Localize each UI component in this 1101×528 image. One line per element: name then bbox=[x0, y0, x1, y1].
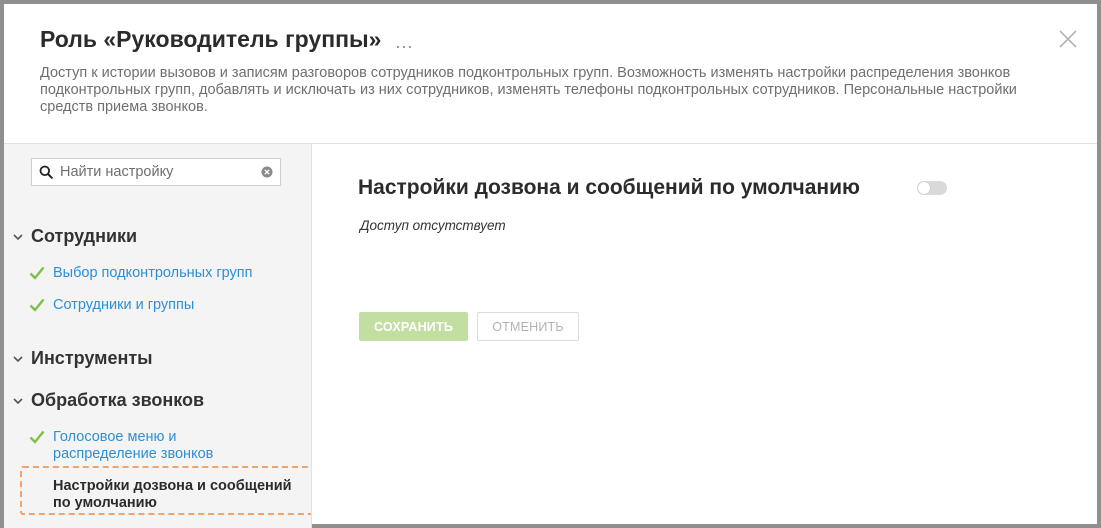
group-title: Инструменты bbox=[31, 348, 153, 368]
section-title: Настройки дозвона и сообщений по умолчан… bbox=[358, 176, 860, 199]
chevron-down-icon bbox=[13, 397, 23, 404]
dialog-header: Роль «Руководитель группы» ... Доступ к … bbox=[4, 4, 1097, 144]
toggle-knob bbox=[918, 182, 930, 194]
nav-item-label: Настройки дозвона и сообщений по умолчан… bbox=[53, 478, 292, 511]
check-icon bbox=[29, 298, 45, 312]
access-status: Доступ отсутствует bbox=[360, 218, 506, 233]
more-options-button[interactable]: ... bbox=[395, 33, 413, 51]
section-toggle[interactable] bbox=[917, 181, 947, 195]
group-header-tools[interactable]: Инструменты bbox=[12, 348, 153, 369]
title-row: Роль «Руководитель группы» ... bbox=[40, 26, 413, 53]
nav-item-supervised-groups[interactable]: Выбор подконтрольных групп bbox=[29, 265, 253, 282]
nav-item-ivr-distribution[interactable]: Голосовое меню и распределение звонков bbox=[29, 429, 269, 463]
group-header-employees[interactable]: Сотрудники bbox=[12, 226, 137, 247]
nav-item-label: Выбор подконтрольных групп bbox=[53, 265, 253, 281]
search-input[interactable] bbox=[60, 160, 261, 184]
check-icon bbox=[29, 266, 45, 280]
chevron-down-icon bbox=[13, 355, 23, 362]
chevron-down-icon bbox=[13, 233, 23, 240]
nav-item-label: Сотрудники и группы bbox=[53, 297, 195, 313]
search-icon bbox=[39, 165, 53, 179]
check-icon bbox=[29, 430, 45, 444]
group-header-call-processing[interactable]: Обработка звонков bbox=[12, 390, 204, 411]
save-button[interactable]: СОХРАНИТЬ bbox=[359, 312, 468, 341]
nav-item-employees-groups[interactable]: Сотрудники и группы bbox=[29, 297, 194, 314]
clear-search-icon[interactable] bbox=[261, 166, 273, 178]
nav-item-label: Голосовое меню и распределение звонков bbox=[53, 429, 214, 462]
settings-sidebar: Сотрудники Выбор подконтрольных групп Со… bbox=[4, 144, 312, 528]
role-description: Доступ к истории вызовов и записям разго… bbox=[40, 65, 1017, 115]
group-title: Сотрудники bbox=[31, 226, 138, 246]
cancel-button[interactable]: ОТМЕНИТЬ bbox=[477, 312, 579, 341]
page-title: Роль «Руководитель группы» bbox=[40, 26, 382, 52]
nav-item-default-dial-settings[interactable]: Настройки дозвона и сообщений по умолчан… bbox=[53, 478, 303, 512]
close-icon[interactable] bbox=[1056, 27, 1080, 51]
search-box bbox=[31, 158, 281, 186]
group-title: Обработка звонков bbox=[31, 390, 205, 410]
